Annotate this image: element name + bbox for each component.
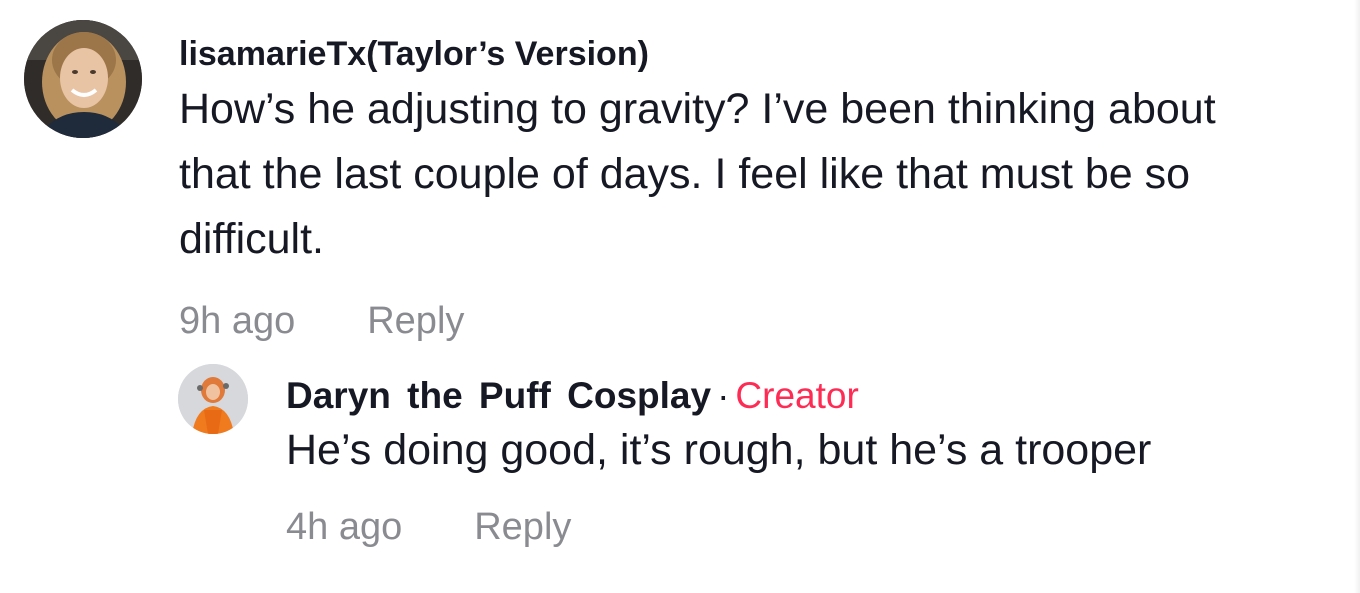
- comment-meta: 9h ago Reply: [179, 300, 1289, 343]
- reply-meta: 4h ago Reply: [286, 506, 1151, 549]
- reply-header: Daryn the Puff Cosplay · Creator: [286, 374, 1151, 418]
- reply-item: Daryn the Puff Cosplay · Creator He’s doin…: [178, 364, 1328, 549]
- reply-username[interactable]: Daryn the Puff Cosplay: [286, 375, 711, 416]
- user-avatar-photo-icon: [24, 20, 142, 138]
- creator-badge: Creator: [735, 375, 859, 416]
- reply-text: He’s doing good, it’s rough, but he’s a …: [286, 426, 1152, 475]
- reply-body: Daryn the Puff Cosplay · Creator He’s doin…: [286, 374, 1151, 549]
- reply-button[interactable]: Reply: [367, 300, 464, 343]
- creator-avatar-photo-icon: [178, 364, 248, 434]
- comment-username[interactable]: lisamarieTx(Taylor’s Version): [179, 34, 1289, 75]
- avatar[interactable]: [24, 20, 142, 138]
- avatar[interactable]: [178, 364, 248, 434]
- scrollbar-edge: [1354, 0, 1360, 593]
- comment-text: How’s he adjusting to gravity? I’ve been…: [179, 84, 1216, 263]
- separator-dot: ·: [717, 375, 730, 416]
- reply-button[interactable]: Reply: [474, 506, 571, 549]
- reply-timestamp: 4h ago: [286, 506, 403, 549]
- comment-timestamp: 9h ago: [179, 299, 296, 342]
- comment-body: lisamarieTx(Taylor’s Version) How’s he a…: [179, 34, 1289, 343]
- comment-item: lisamarieTx(Taylor’s Version) How’s he a…: [24, 20, 1324, 343]
